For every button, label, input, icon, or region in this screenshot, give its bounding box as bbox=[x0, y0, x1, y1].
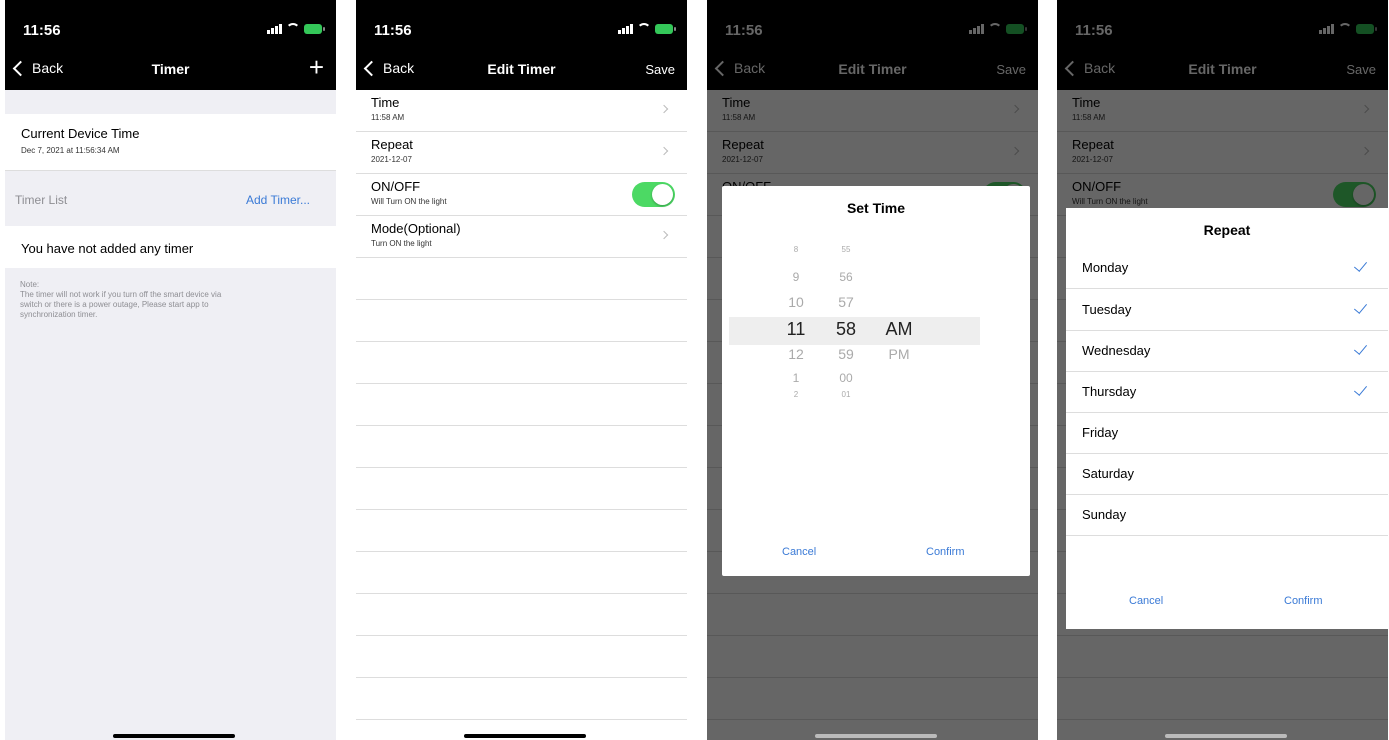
save-button[interactable]: Save bbox=[645, 62, 675, 77]
timer-list-label: Timer List bbox=[15, 193, 68, 207]
repeat-row[interactable]: Repeat 2021-12-07 bbox=[356, 132, 687, 174]
hour-picker[interactable]: 8 9 10 11 12 1 2 bbox=[776, 186, 816, 416]
note-line: switch or there is a power outage, Pleas… bbox=[20, 300, 209, 309]
current-device-time-value: Dec 7, 2021 at 11:56:34 AM bbox=[21, 146, 120, 155]
note-section: Note: The timer will not work if you tur… bbox=[5, 268, 336, 740]
on-off-toggle[interactable] bbox=[632, 182, 675, 207]
cellular-signal-icon bbox=[267, 24, 282, 34]
checkmark-icon bbox=[1353, 382, 1368, 396]
note-title: Note: bbox=[20, 280, 40, 289]
nav-bar: Back Edit Timer Save bbox=[356, 48, 687, 90]
add-timer-plus-button[interactable]: + bbox=[309, 54, 324, 80]
day-row-tuesday[interactable]: Tuesday bbox=[1066, 289, 1388, 331]
wifi-icon bbox=[637, 23, 651, 33]
nav-bar: Back Timer + bbox=[5, 48, 336, 90]
status-bar: 11:56 bbox=[356, 0, 687, 48]
day-row-friday[interactable]: Friday bbox=[1066, 412, 1388, 454]
add-timer-link[interactable]: Add Timer... bbox=[246, 193, 310, 207]
timer-list-header: Timer List Add Timer... bbox=[5, 171, 336, 226]
checkmark-icon bbox=[1353, 300, 1368, 314]
cancel-button[interactable]: Cancel bbox=[782, 546, 816, 558]
status-time: 11:56 bbox=[23, 22, 61, 39]
checkmark-icon bbox=[1353, 341, 1368, 355]
status-time: 11:56 bbox=[374, 22, 412, 39]
set-time-dialog: Set Time 8 9 10 11 12 1 2 55 56 57 58 59… bbox=[722, 186, 1030, 576]
day-row-sunday[interactable]: Sunday bbox=[1066, 494, 1388, 536]
chevron-right-icon bbox=[659, 146, 669, 156]
repeat-dialog: Repeat Monday Tuesday Wednesday Thursday… bbox=[1066, 208, 1388, 629]
battery-icon bbox=[304, 24, 325, 34]
cancel-button[interactable]: Cancel bbox=[1129, 595, 1163, 607]
set-time-screen: 11:56 Back Edit Timer Save Time 11:58 AM… bbox=[707, 0, 1038, 740]
page-title: Edit Timer bbox=[487, 61, 556, 77]
day-row-thursday[interactable]: Thursday bbox=[1066, 371, 1388, 413]
note-line: synchronization timer. bbox=[20, 310, 98, 319]
edit-timer-screen: 11:56 Back Edit Timer Save Time 11:58 AM… bbox=[356, 0, 687, 740]
home-indicator bbox=[113, 734, 235, 738]
minute-picker[interactable]: 55 56 57 58 59 00 01 bbox=[826, 186, 866, 416]
chevron-right-icon bbox=[659, 104, 669, 114]
battery-icon bbox=[655, 24, 676, 34]
empty-timer-row: You have not added any timer bbox=[5, 226, 336, 268]
timer-screen: 11:56 Back Timer + Current Device Time D… bbox=[5, 0, 336, 740]
note-line: The timer will not work if you turn off … bbox=[20, 290, 222, 299]
chevron-right-icon bbox=[659, 230, 669, 240]
current-device-time-row: Current Device Time Dec 7, 2021 at 11:56… bbox=[5, 114, 336, 171]
page-title: Timer bbox=[151, 61, 190, 77]
home-indicator bbox=[1165, 734, 1287, 738]
mode-row[interactable]: Mode(Optional) Turn ON the light bbox=[356, 216, 687, 258]
time-row[interactable]: Time 11:58 AM bbox=[356, 90, 687, 132]
day-row-monday[interactable]: Monday bbox=[1066, 247, 1388, 289]
repeat-screen: 11:56 Back Edit Timer Save Time 11:58 AM… bbox=[1057, 0, 1388, 740]
day-row-saturday[interactable]: Saturday bbox=[1066, 453, 1388, 495]
checkmark-icon bbox=[1353, 258, 1368, 272]
current-device-time-label: Current Device Time bbox=[21, 126, 140, 141]
on-off-row: ON/OFF Will Turn ON the light bbox=[356, 174, 687, 216]
status-bar: 11:56 bbox=[5, 0, 336, 48]
day-row-wednesday[interactable]: Wednesday bbox=[1066, 330, 1388, 372]
confirm-button[interactable]: Confirm bbox=[1284, 595, 1323, 607]
period-picker[interactable]: AM PM bbox=[874, 186, 924, 416]
settings-list: Time 11:58 AM Repeat 2021-12-07 ON/OFF W… bbox=[356, 90, 687, 720]
cellular-signal-icon bbox=[618, 24, 633, 34]
empty-message: You have not added any timer bbox=[21, 241, 194, 256]
confirm-button[interactable]: Confirm bbox=[926, 546, 965, 558]
home-indicator bbox=[464, 734, 586, 738]
dialog-title: Repeat bbox=[1203, 222, 1251, 238]
wifi-icon bbox=[286, 23, 300, 33]
home-indicator bbox=[815, 734, 937, 738]
